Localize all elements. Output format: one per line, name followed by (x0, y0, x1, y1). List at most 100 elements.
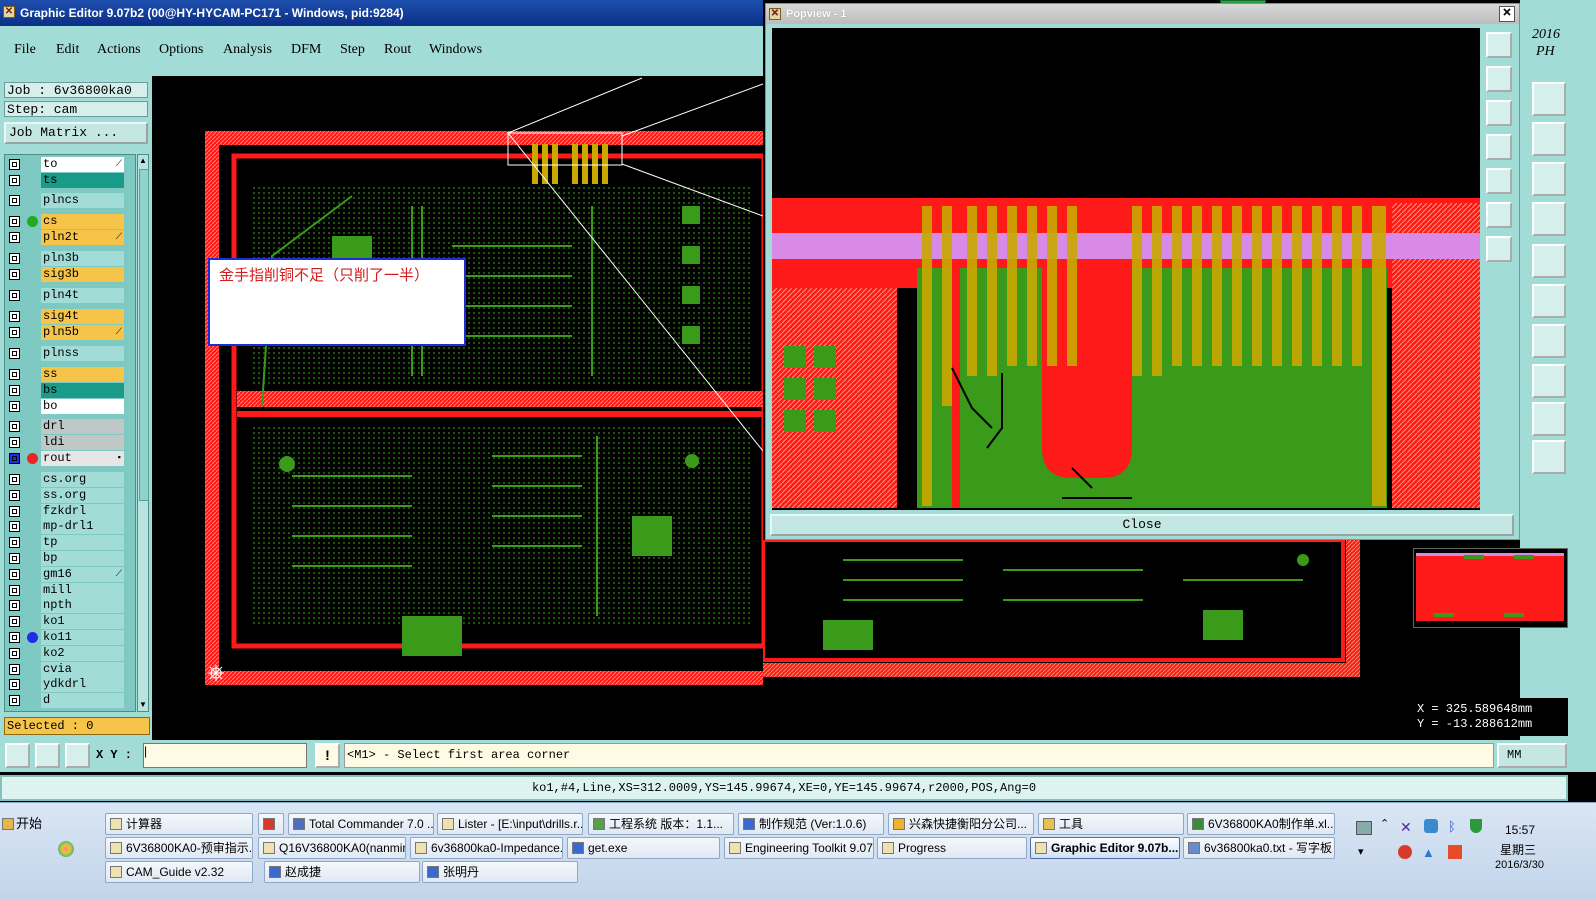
tool-arc-icon[interactable] (1532, 402, 1566, 436)
clock-time[interactable]: 15:57 (1505, 823, 1535, 837)
layer-row-ydkdrl[interactable]: ydkdrl (5, 677, 137, 692)
tool-split-icon[interactable] (1532, 324, 1566, 358)
layer-name[interactable]: mp-drl1 (41, 519, 124, 534)
popview-close-icon[interactable]: ✕ (1499, 6, 1515, 22)
layer-name[interactable]: pln4t (41, 288, 124, 303)
tray-x-icon[interactable]: ✕ (1400, 819, 1412, 836)
layer-row-rout[interactable]: rout ▪ (5, 451, 137, 466)
taskbar-item-lister[interactable]: Lister - [E:\input\drills.r... (437, 813, 583, 835)
layer-name[interactable]: bp (41, 551, 124, 566)
layer-checkbox[interactable] (9, 385, 20, 396)
tool-select-icon[interactable] (1532, 440, 1566, 474)
layer-row-plncs[interactable]: plncs (5, 193, 137, 208)
measure-mode-icon[interactable] (35, 743, 60, 768)
layer-checkbox[interactable] (9, 290, 20, 301)
popview-center-icon[interactable] (1486, 236, 1512, 262)
layer-checkbox[interactable] (9, 232, 20, 243)
board-minimap[interactable] (1413, 548, 1568, 628)
scroll-thumb[interactable] (139, 169, 149, 501)
layer-name[interactable]: plnss (41, 346, 124, 361)
menu-dfm[interactable]: DFM (291, 42, 321, 58)
layer-row-bo[interactable]: bo (5, 399, 137, 414)
popview-zoom-window-icon[interactable] (1486, 32, 1512, 58)
layer-name[interactable]: pln3b (41, 251, 124, 266)
layer-checkbox[interactable] (9, 632, 20, 643)
tray-app-icon[interactable] (1398, 845, 1412, 859)
layer-checkbox[interactable] (9, 159, 20, 170)
layer-name[interactable]: ko2 (41, 646, 124, 661)
popview-title-bar[interactable]: ✕ Popview - 1 ✕ (766, 4, 1519, 24)
layer-checkbox[interactable] (9, 600, 20, 611)
layer-name[interactable]: mill (41, 583, 124, 598)
layer-name[interactable]: cvia (41, 662, 124, 677)
tool-window-icon[interactable] (1532, 82, 1566, 116)
layer-checkbox[interactable] (9, 679, 20, 690)
layer-checkbox[interactable] (9, 695, 20, 706)
clock-date[interactable]: 2016/3/30 (1495, 859, 1544, 871)
layer-name[interactable]: drl (41, 419, 124, 434)
taskbar-item-app[interactable] (258, 813, 284, 835)
popview-zoom-in-icon[interactable] (1486, 66, 1512, 92)
xy-input[interactable]: | (143, 743, 307, 768)
layer-name[interactable]: ko1 (41, 614, 124, 629)
taskbar-item-get-exe[interactable]: get.exe (567, 837, 720, 859)
layer-row-cs[interactable]: cs (5, 214, 137, 229)
taskbar-item-engineering-toolkit[interactable]: Engineering Toolkit 9.07... (724, 837, 874, 859)
tray-network-icon[interactable] (1448, 845, 1462, 859)
layer-name[interactable]: sig4t (41, 309, 124, 324)
layer-name[interactable]: cs (41, 214, 124, 229)
layer-name[interactable]: pln5b ⟋ (41, 325, 124, 340)
graphic-canvas-lower[interactable] (763, 540, 1413, 740)
layer-row-ts[interactable]: ts (5, 173, 137, 188)
layer-row-sig3b[interactable]: sig3b (5, 267, 137, 282)
tray-triangle-icon[interactable]: ▲ (1422, 845, 1435, 860)
layer-row-d[interactable]: d (5, 693, 137, 708)
layer-checkbox[interactable] (9, 369, 20, 380)
popview-zoom-out-icon[interactable] (1486, 100, 1512, 126)
layer-name[interactable]: plncs (41, 193, 124, 208)
layer-name[interactable]: bs (41, 383, 124, 398)
layer-list-scrollbar[interactable]: ▲ ▼ (137, 154, 149, 712)
tool-shapes-icon[interactable] (1532, 364, 1566, 398)
tray-menu-icon[interactable]: ▾ (1358, 845, 1364, 858)
layer-name[interactable]: d (41, 693, 124, 708)
tool-pad-icon[interactable] (1532, 244, 1566, 278)
layer-checkbox[interactable] (9, 616, 20, 627)
menu-rout[interactable]: Rout (384, 42, 411, 58)
layer-checkbox[interactable] (9, 311, 20, 322)
menu-step[interactable]: Step (340, 42, 365, 58)
clock-day[interactable]: 星期三 (1500, 841, 1536, 858)
popview-pan-right-icon[interactable] (1486, 168, 1512, 194)
tool-route-icon[interactable] (1532, 284, 1566, 318)
layer-row-ko11[interactable]: ko11 (5, 630, 137, 645)
layer-checkbox[interactable] (9, 585, 20, 596)
layer-name[interactable]: tp (41, 535, 124, 550)
network-icon[interactable] (1424, 819, 1438, 833)
start-button[interactable]: 开始 (0, 813, 60, 835)
layer-name[interactable]: ldi (41, 435, 124, 450)
taskbar-item-xingsen[interactable]: 兴森快捷衡阳分公司... (888, 813, 1034, 835)
taskbar-item-spec[interactable]: 制作规范 (Ver:1.0.6) (738, 813, 884, 835)
layer-row-cs.org[interactable]: cs.org (5, 472, 137, 487)
layer-name[interactable]: pln2t ⟋ (41, 230, 124, 245)
layer-name[interactable]: to ⟋ (41, 157, 124, 172)
scroll-up-icon[interactable]: ▲ (139, 156, 147, 166)
taskbar-item-cam-guide[interactable]: CAM_Guide v2.32 (105, 861, 253, 883)
menu-file[interactable]: File (14, 42, 36, 58)
taskbar-item-chat-zhang[interactable]: 张明丹 (422, 861, 578, 883)
popview-fit-icon[interactable] (1486, 202, 1512, 228)
layer-name[interactable]: npth (41, 598, 124, 613)
layer-name[interactable]: ydkdrl (41, 677, 124, 692)
taskbar-item-tools[interactable]: 工具 (1038, 813, 1184, 835)
layer-row-pln2t[interactable]: pln2t ⟋ (5, 230, 137, 245)
layer-checkbox[interactable] (9, 537, 20, 548)
layer-name[interactable]: bo (41, 399, 124, 414)
layer-name[interactable]: rout ▪ (41, 451, 124, 466)
layer-name[interactable]: cs.org (41, 472, 124, 487)
layer-checkbox[interactable] (9, 216, 20, 227)
popview-pan-left-icon[interactable] (1486, 134, 1512, 160)
snap-mode-icon[interactable] (5, 743, 30, 768)
layer-checkbox[interactable] (9, 569, 20, 580)
layer-row-pln4t[interactable]: pln4t (5, 288, 137, 303)
taskbar-item-total-commander[interactable]: Total Commander 7.0 ... (288, 813, 434, 835)
